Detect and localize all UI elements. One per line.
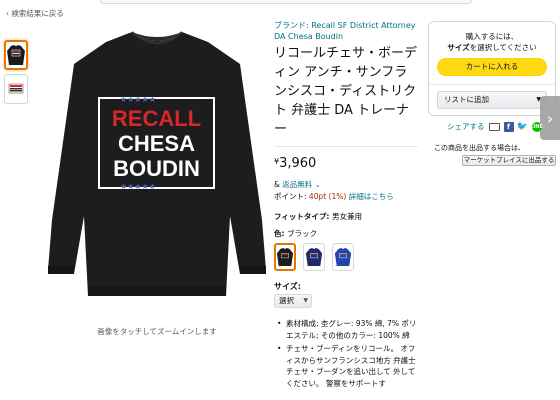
buy-msg-size: サイズ: [447, 43, 470, 52]
facebook-icon[interactable]: f: [503, 121, 514, 132]
thumbnail-design[interactable]: [4, 74, 28, 104]
line-icon[interactable]: LINE: [530, 121, 543, 132]
product-info: ブランド: Recall SF District Attorney DA Che…: [274, 20, 420, 139]
email-icon[interactable]: [488, 122, 500, 131]
fit-type: フィットタイプ: 男女兼用: [274, 211, 362, 222]
product-title: リコールチェサ・ボーディン アンチ・サンフランシスコ・ディストリクト 弁護士 D…: [274, 46, 418, 137]
divider: [429, 84, 555, 85]
top-bar: [100, 0, 472, 4]
fit-value: 男女兼用: [331, 212, 362, 221]
add-to-list-label: リストに追加: [444, 95, 489, 104]
color-value: ブラック: [287, 229, 318, 238]
shirt-print-line1: RECALL: [112, 106, 201, 131]
black-sweatshirt-icon: [276, 248, 294, 266]
design-thumbnail-icon: [8, 83, 24, 94]
select-size-message: 購入するには、 サイズを選択してください: [429, 31, 555, 53]
add-to-list-button[interactable]: リストに追加 ▼: [437, 91, 547, 109]
back-to-results-link[interactable]: ‹ 検索結果に戻る: [6, 8, 64, 19]
blue-sweatshirt-icon: [334, 248, 352, 266]
points-label: ポイント:: [274, 192, 309, 201]
shirt-print-line2: CHESA: [118, 131, 195, 156]
navy-sweatshirt-icon: [305, 248, 323, 266]
price: ¥3,960: [274, 156, 316, 171]
size-dropdown-value: 選択: [279, 296, 294, 305]
share-row: シェアする f 🐦 LINE: [447, 121, 543, 132]
swatch-black[interactable]: [274, 243, 296, 271]
swatch-navy[interactable]: [303, 243, 325, 271]
color-selection: 色: ブラック: [274, 228, 317, 239]
buy-box: 購入するには、 サイズを選択してください カートに入れる リストに追加 ▼: [428, 21, 556, 116]
free-returns-link[interactable]: 返品無料: [282, 180, 312, 189]
thumbnail-strip: [4, 40, 28, 108]
sell-on-marketplace-button[interactable]: マーケットプレイスに出品する: [462, 155, 556, 166]
color-swatches: [274, 243, 354, 271]
bullet-item: チェサ・ブーディンをリコール。 オフィスからサンフランシスコ地方 弁護士 チェサ…: [274, 343, 420, 389]
points-value: 40pt: [308, 192, 327, 201]
points-percent: (1%): [326, 192, 349, 201]
buy-msg-line2: を選択してください: [469, 43, 537, 52]
fit-label: フィットタイプ:: [274, 212, 332, 221]
swatch-royal-blue[interactable]: [332, 243, 354, 271]
svg-text:★★★★★: ★★★★★: [120, 95, 156, 104]
share-label: シェアする: [447, 122, 485, 131]
bullet-item: 素材構成: 杢グレー: 93% 綿, 7% ポリエステル; その他のカラー: 1…: [274, 318, 420, 341]
product-main-image[interactable]: ★★★★★ ★★★★★ RECALL CHESA BOUDIN: [44, 20, 270, 310]
points-details-link[interactable]: 詳細はこちら: [349, 192, 394, 201]
feature-bullets: 素材構成: 杢グレー: 93% 綿, 7% ポリエステル; その他のカラー: 1…: [274, 318, 420, 391]
brand-link[interactable]: ブランド: Recall SF District Attorney DA Che…: [274, 20, 420, 42]
add-to-cart-button[interactable]: カートに入れる: [437, 58, 547, 76]
price-value: 3,960: [279, 156, 317, 171]
svg-text:★★★★★: ★★★★★: [120, 182, 156, 191]
thumbnail-front[interactable]: [4, 40, 28, 70]
size-dropdown[interactable]: 選択 ▼: [274, 294, 312, 308]
sweatshirt-thumbnail-icon: [7, 45, 25, 65]
color-label: 色:: [274, 229, 288, 238]
sell-this-note: この商品を出品する場合は、: [434, 144, 525, 152]
divider: [274, 146, 418, 147]
shirt-print-line3: BOUDIN: [113, 156, 200, 181]
chevron-down-icon[interactable]: ⌄: [315, 180, 321, 189]
zoom-hint: 画像をタッチしてズームインします: [97, 327, 217, 336]
chevron-down-icon: ▼: [303, 297, 308, 304]
size-label: サイズ:: [274, 282, 301, 291]
chevron-right-icon[interactable]: ›: [540, 96, 560, 140]
buy-msg-line1: 購入するには、: [465, 32, 519, 41]
twitter-icon[interactable]: 🐦: [517, 122, 528, 132]
shipping-prefix: &: [274, 180, 283, 189]
points-info: ポイント: 40pt (1%) 詳細はこちら: [274, 191, 394, 202]
shipping-info: & 返品無料 ⌄: [274, 179, 321, 190]
